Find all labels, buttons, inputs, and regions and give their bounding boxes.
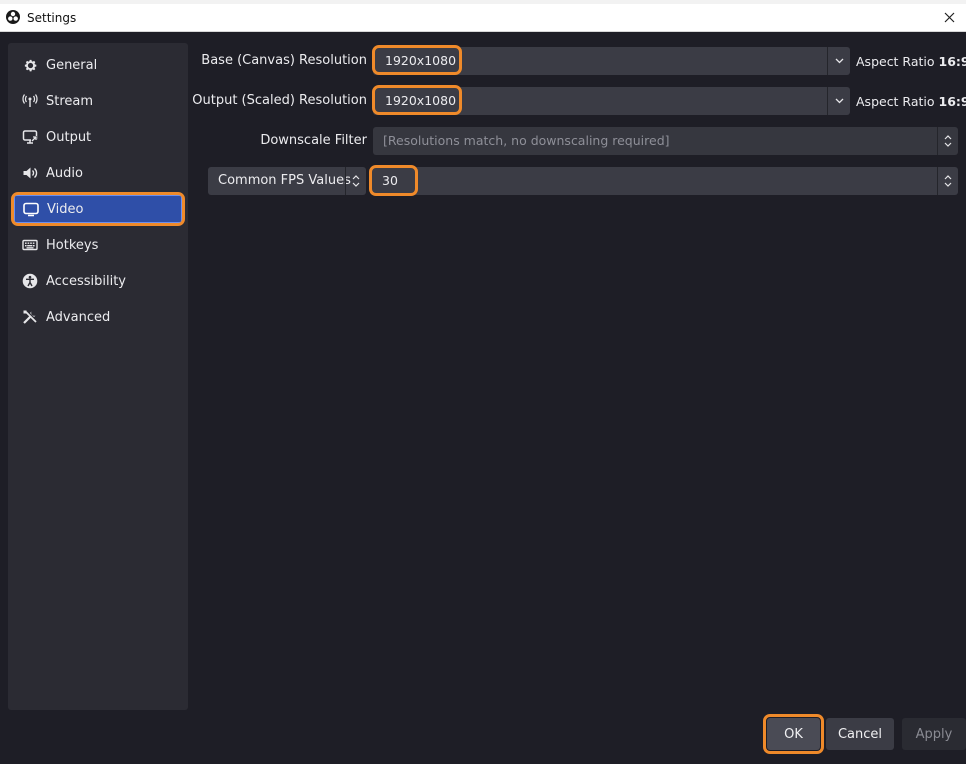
aspect-ratio-value: 16:9 bbox=[938, 94, 966, 109]
accessibility-icon bbox=[22, 273, 38, 289]
window-title: Settings bbox=[27, 11, 77, 25]
close-icon bbox=[944, 12, 955, 23]
sidebar-item-hotkeys[interactable]: Hotkeys bbox=[14, 231, 182, 259]
obs-logo-icon bbox=[6, 10, 20, 24]
downscale-filter-value: [Resolutions match, no downscaling requi… bbox=[383, 133, 670, 148]
output-aspect-ratio: Aspect Ratio 16:9 bbox=[856, 94, 966, 109]
sidebar-item-label: Stream bbox=[46, 93, 94, 109]
apply-button[interactable]: Apply bbox=[902, 718, 966, 750]
fps-value-combo[interactable]: 30 bbox=[370, 167, 958, 195]
base-resolution-label: Base (Canvas) Resolution bbox=[201, 53, 367, 68]
sidebar-item-accessibility[interactable]: Accessibility bbox=[14, 267, 182, 295]
settings-content: General Stream Output Audio Video Hotkey… bbox=[0, 33, 966, 764]
fps-value: 30 bbox=[382, 173, 398, 188]
downscale-filter-combo: [Resolutions match, no downscaling requi… bbox=[373, 127, 958, 155]
downscale-filter-label: Downscale Filter bbox=[260, 133, 367, 148]
sidebar-item-video[interactable]: Video bbox=[11, 192, 185, 226]
monitor-output-icon bbox=[22, 129, 38, 145]
chevron-down-icon[interactable] bbox=[827, 87, 850, 115]
sidebar-item-label: Output bbox=[46, 129, 92, 145]
antenna-icon bbox=[22, 93, 38, 109]
title-bar: Settings bbox=[0, 4, 966, 32]
aspect-ratio-prefix: Aspect Ratio bbox=[856, 54, 935, 69]
sidebar-item-label: Hotkeys bbox=[46, 237, 99, 253]
output-resolution-value: 1920x1080 bbox=[385, 93, 457, 108]
base-resolution-combo[interactable]: 1920x1080 bbox=[373, 47, 850, 75]
sidebar-item-audio[interactable]: Audio bbox=[14, 159, 182, 187]
gear-icon bbox=[22, 57, 38, 73]
updown-chevron-icon[interactable] bbox=[937, 167, 958, 195]
chevron-down-icon[interactable] bbox=[827, 47, 850, 75]
display-icon bbox=[23, 201, 39, 217]
fps-type-select[interactable]: Common FPS Values bbox=[208, 167, 366, 195]
fps-type-label: Common FPS Values bbox=[218, 173, 351, 188]
settings-sidebar: General Stream Output Audio Video Hotkey… bbox=[8, 43, 188, 710]
cancel-button[interactable]: Cancel bbox=[826, 718, 894, 750]
sidebar-item-label: Advanced bbox=[46, 309, 111, 325]
updown-chevron-icon bbox=[937, 127, 958, 155]
speaker-icon bbox=[22, 165, 38, 181]
output-resolution-combo[interactable]: 1920x1080 bbox=[373, 87, 850, 115]
base-resolution-value: 1920x1080 bbox=[385, 53, 457, 68]
sidebar-item-output[interactable]: Output bbox=[14, 123, 182, 151]
updown-chevron-icon[interactable] bbox=[345, 167, 366, 195]
output-resolution-label: Output (Scaled) Resolution bbox=[192, 93, 367, 108]
base-aspect-ratio: Aspect Ratio 16:9 bbox=[856, 54, 966, 69]
tools-icon bbox=[22, 309, 38, 325]
ok-button[interactable]: OK bbox=[767, 718, 820, 750]
close-button[interactable] bbox=[932, 4, 966, 32]
sidebar-item-general[interactable]: General bbox=[14, 51, 182, 79]
aspect-ratio-prefix: Aspect Ratio bbox=[856, 94, 935, 109]
sidebar-item-label: Audio bbox=[46, 165, 83, 181]
sidebar-item-stream[interactable]: Stream bbox=[14, 87, 182, 115]
sidebar-item-label: Video bbox=[47, 201, 84, 217]
aspect-ratio-value: 16:9 bbox=[938, 54, 966, 69]
sidebar-item-advanced[interactable]: Advanced bbox=[14, 303, 182, 331]
sidebar-item-label: General bbox=[46, 57, 98, 73]
keyboard-icon bbox=[22, 237, 38, 253]
sidebar-item-label: Accessibility bbox=[46, 273, 126, 289]
